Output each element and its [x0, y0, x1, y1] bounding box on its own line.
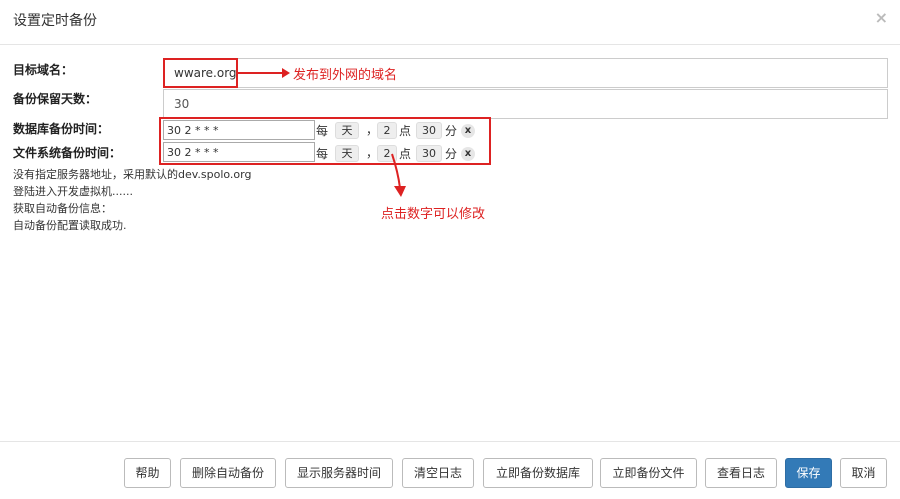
retention-value: 30: [174, 97, 190, 111]
backup-files-now-button[interactable]: 立即备份文件: [600, 458, 697, 488]
dialog-header: 设置定时备份 ×: [0, 0, 900, 45]
domain-highlight-box: [163, 58, 238, 88]
retention-input[interactable]: 30: [163, 89, 888, 119]
log-line: 获取自动备份信息：: [13, 202, 112, 215]
help-button[interactable]: 帮助: [124, 458, 171, 488]
file-time-label: 文件系统备份时间：: [13, 146, 122, 160]
dialog-title: 设置定时备份: [13, 13, 97, 29]
click-annotation: 点击数字可以修改: [381, 207, 486, 222]
log-line: 自动备份配置读取成功.: [13, 219, 127, 232]
log-line: 登陆进入开发虚拟机......: [13, 185, 133, 198]
clear-log-button[interactable]: 清空日志: [402, 458, 474, 488]
domain-label: 目标域名：: [13, 63, 74, 77]
log-line: 没有指定服务器地址，采用默认的dev.spolo.org: [13, 168, 252, 181]
delete-auto-backup-button[interactable]: 删除自动备份: [180, 458, 276, 488]
show-server-time-button[interactable]: 显示服务器时间: [285, 458, 393, 488]
schedule-highlight-box: [159, 117, 491, 165]
close-icon[interactable]: ×: [875, 8, 888, 27]
save-button[interactable]: 保存: [785, 458, 832, 488]
retention-label: 备份保留天数：: [13, 92, 98, 106]
db-time-label: 数据库备份时间：: [13, 122, 110, 136]
arrow-right-icon: [238, 68, 290, 78]
view-log-button[interactable]: 查看日志: [705, 458, 777, 488]
backup-db-now-button[interactable]: 立即备份数据库: [483, 458, 593, 488]
cancel-button[interactable]: 取消: [840, 458, 887, 488]
domain-annotation: 发布到外网的域名: [293, 68, 398, 83]
arrow-down-icon: [391, 153, 406, 197]
log-output: 没有指定服务器地址，采用默认的dev.spolo.org 登陆进入开发虚拟机..…: [13, 166, 251, 234]
